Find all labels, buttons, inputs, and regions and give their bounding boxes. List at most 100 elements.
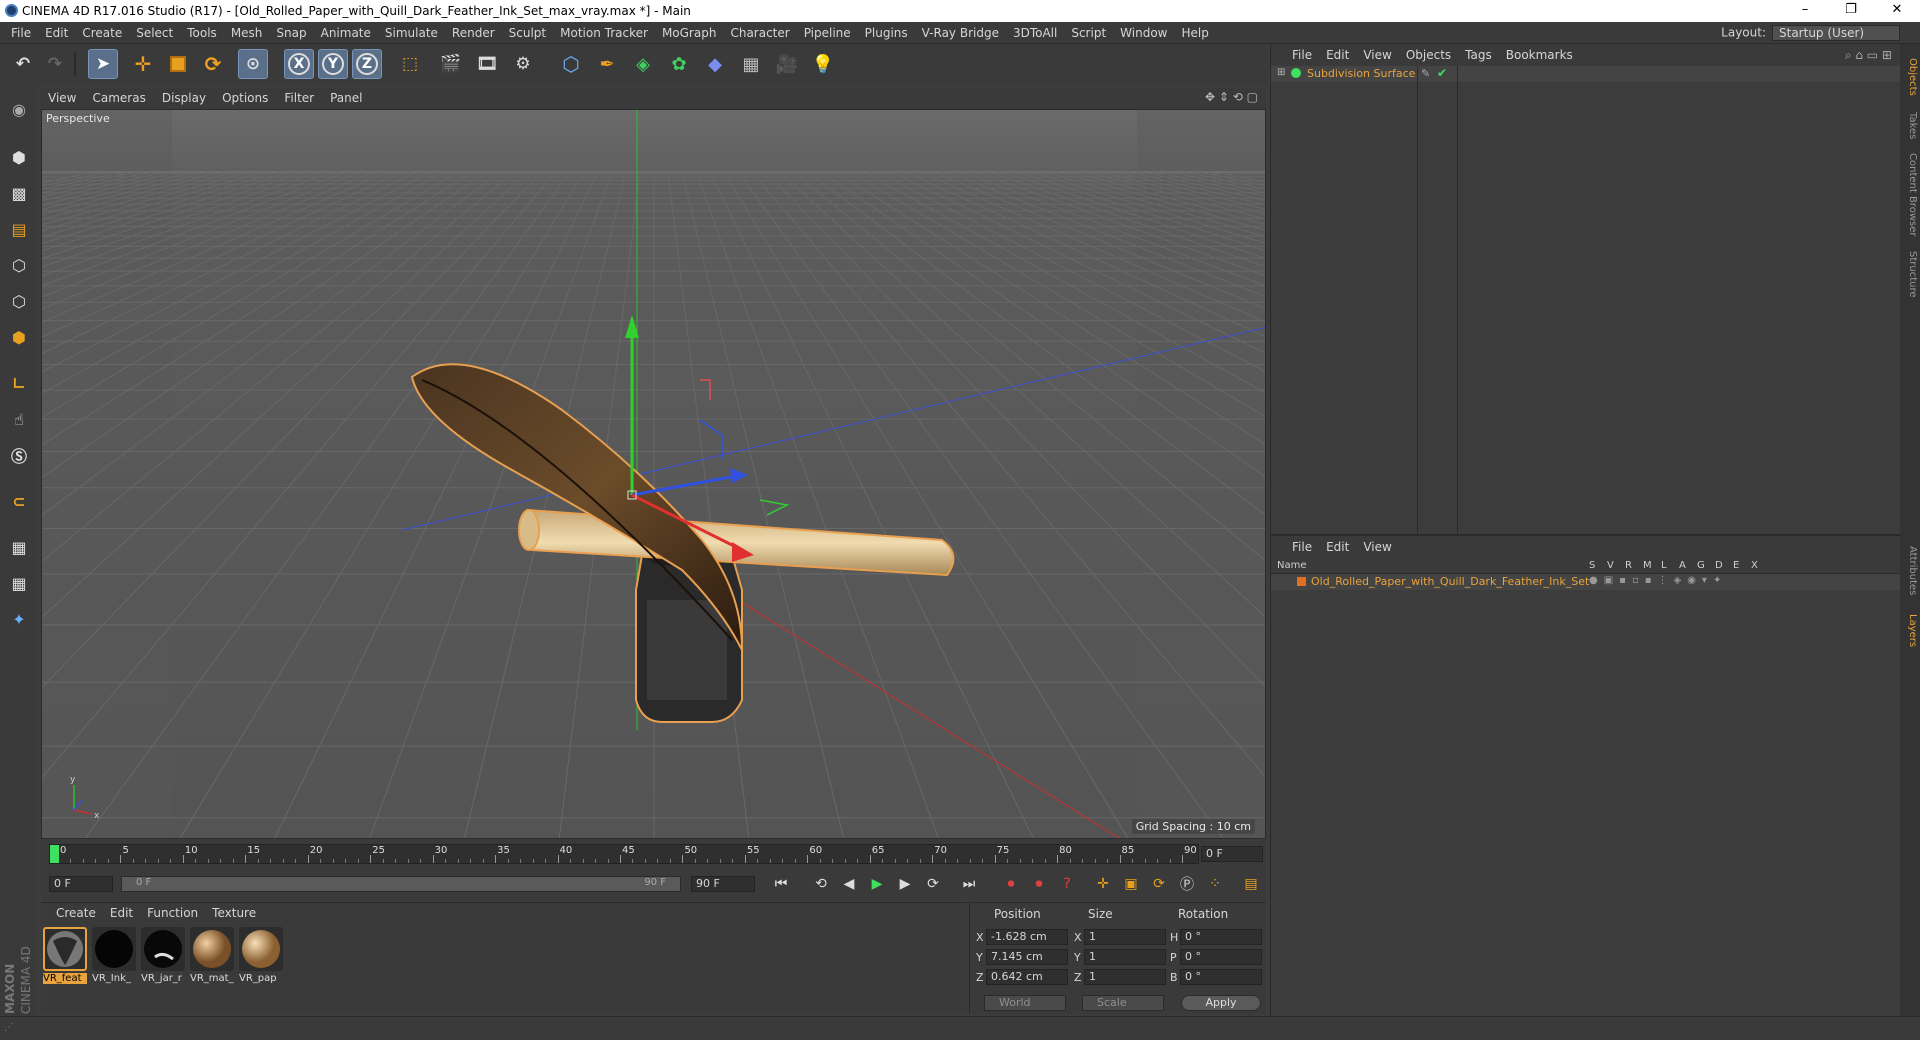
x-axis-lock-button[interactable]: X — [284, 49, 314, 79]
rot-p-field[interactable]: 0 ° — [1180, 949, 1262, 965]
scale-tool-icon[interactable] — [163, 49, 193, 79]
enabled-check-icon[interactable]: ✔ — [1437, 66, 1447, 80]
viewport-nav-icons[interactable]: ✥ ⇕ ⟲ ▢ — [1205, 90, 1258, 104]
workplane-lock-icon[interactable]: ▦ — [4, 532, 34, 562]
edit-tag-icon[interactable]: ✎ — [1421, 67, 1430, 80]
tab-structure[interactable]: Structure — [1902, 244, 1918, 304]
rotation-key-icon[interactable]: ⟳ — [1147, 872, 1171, 896]
axis-mode-icon[interactable]: ∟ — [4, 368, 34, 398]
object-row[interactable]: ⊞ Subdivision Surface ✎ ✔ — [1271, 66, 1901, 556]
material-menu-edit[interactable]: Edit — [103, 903, 140, 923]
next-frame-icon[interactable]: ▶ — [893, 872, 917, 896]
menu-animate[interactable]: Animate — [314, 22, 378, 44]
column-manager[interactable]: M — [1643, 560, 1652, 571]
material-menu-create[interactable]: Create — [49, 903, 103, 923]
menu-tools[interactable]: Tools — [180, 22, 224, 44]
layer-menu-view[interactable]: View — [1356, 536, 1398, 558]
expand-icon[interactable]: ⊞ — [1277, 67, 1285, 78]
rot-h-field[interactable]: 0 ° — [1180, 929, 1262, 945]
tab-attributes[interactable]: Attributes — [1902, 538, 1918, 604]
layer-row[interactable]: Old_Rolled_Paper_with_Quill_Dark_Feather… — [1271, 574, 1901, 590]
menu-render[interactable]: Render — [445, 22, 502, 44]
layer-name[interactable]: Old_Rolled_Paper_with_Quill_Dark_Feather… — [1311, 575, 1589, 588]
column-locked[interactable]: L — [1661, 560, 1667, 571]
column-render[interactable]: R — [1625, 560, 1632, 571]
python-icon[interactable]: ✦ — [4, 604, 34, 634]
timeline[interactable]: 0 5 10 15 20 25 30 35 40 45 50 55 60 65 70 75 80 85 90 0 F — [41, 840, 1266, 868]
polygons-mode-icon[interactable]: ⬢ — [4, 322, 34, 352]
object-name[interactable]: Subdivision Surface — [1307, 67, 1415, 80]
viewport-menu-view[interactable]: View — [40, 88, 84, 108]
material-menu-function[interactable]: Function — [140, 903, 205, 923]
rotate-tool-icon[interactable]: ⟳ — [198, 49, 228, 79]
material-swatch[interactable] — [239, 927, 283, 971]
goto-end-icon[interactable]: ⏭ — [957, 872, 981, 896]
layer-flag-icons[interactable]: ●▣▪▫▪⋮◈◉▾✦ — [1589, 575, 1727, 586]
menu-motion-tracker[interactable]: Motion Tracker — [553, 22, 655, 44]
column-generators[interactable]: G — [1697, 560, 1705, 571]
viewport-menu-display[interactable]: Display — [154, 88, 214, 108]
menu-mograph[interactable]: MoGraph — [655, 22, 724, 44]
select-tool-icon[interactable]: ➤ — [88, 49, 118, 79]
floor-icon[interactable]: ▦ — [736, 49, 766, 79]
menu-mesh[interactable]: Mesh — [224, 22, 270, 44]
timeline-ruler[interactable]: 0 5 10 15 20 25 30 35 40 45 50 55 60 65 70 75 80 85 90 — [49, 844, 1199, 864]
texture-mode-icon[interactable]: ▩ — [4, 178, 34, 208]
pos-x-field[interactable]: -1.628 cm — [986, 929, 1068, 945]
point-level-animation-icon[interactable]: ⁘ — [1203, 872, 1227, 896]
material-swatch[interactable] — [190, 927, 234, 971]
column-expressions[interactable]: E — [1733, 560, 1739, 571]
pos-y-field[interactable]: 7.145 cm — [986, 949, 1068, 965]
column-view[interactable]: V — [1607, 560, 1614, 571]
viewport-menu-filter[interactable]: Filter — [276, 88, 322, 108]
object-menu-objects[interactable]: Objects — [1399, 44, 1458, 66]
workplane-grid-icon[interactable]: ▦ — [4, 568, 34, 598]
menu-vray-bridge[interactable]: V-Ray Bridge — [915, 22, 1006, 44]
render-view-icon[interactable]: 🎬 — [436, 49, 466, 79]
menu-sculpt[interactable]: Sculpt — [502, 22, 553, 44]
tab-content-browser[interactable]: Content Browser — [1902, 150, 1918, 240]
menu-help[interactable]: Help — [1174, 22, 1215, 44]
column-solo[interactable]: S — [1589, 560, 1595, 571]
autokeying-icon[interactable]: ⏺ — [1027, 872, 1051, 896]
deformer-icon[interactable]: ◆ — [700, 49, 730, 79]
coordinate-system-icon[interactable]: ⬚ — [395, 49, 425, 79]
menu-plugins[interactable]: Plugins — [858, 22, 915, 44]
apply-button[interactable]: Apply — [1181, 995, 1261, 1011]
material-swatch[interactable] — [141, 927, 185, 971]
model-mode-icon[interactable]: ⬢ — [4, 142, 34, 172]
render-settings-icon[interactable]: ⚙ — [508, 49, 538, 79]
column-animation[interactable]: A — [1679, 560, 1686, 571]
y-axis-lock-button[interactable]: Y — [318, 49, 348, 79]
spline-pen-icon[interactable]: ✒ — [592, 49, 622, 79]
previous-frame-icon[interactable]: ◀ — [837, 872, 861, 896]
snapping-icon[interactable]: Ⓢ — [4, 440, 34, 470]
layer-menu-file[interactable]: File — [1285, 536, 1319, 558]
object-menu-view[interactable]: View — [1356, 44, 1398, 66]
tab-takes[interactable]: Takes — [1902, 106, 1918, 146]
move-tool-icon[interactable]: ✛ — [128, 49, 158, 79]
live-selection-icon[interactable]: ⊙ — [238, 49, 268, 79]
object-menu-file[interactable]: File — [1285, 44, 1319, 66]
points-mode-icon[interactable]: ⬡ — [4, 250, 34, 280]
edges-mode-icon[interactable]: ⬡ — [4, 286, 34, 316]
menu-window[interactable]: Window — [1113, 22, 1174, 44]
camera-icon[interactable]: 🎥 — [772, 49, 802, 79]
viewport-menu-options[interactable]: Options — [214, 88, 276, 108]
column-deformers[interactable]: D — [1715, 560, 1723, 571]
cloner-icon[interactable]: ✿ — [664, 49, 694, 79]
viewport-menu-cameras[interactable]: Cameras — [84, 88, 153, 108]
layer-color-swatch[interactable] — [1297, 577, 1306, 586]
z-axis-lock-button[interactable]: Z — [352, 49, 382, 79]
layer-menu-edit[interactable]: Edit — [1319, 536, 1356, 558]
object-menu-tags[interactable]: Tags — [1458, 44, 1499, 66]
frame-range-slider[interactable]: 0 F 90 F — [121, 876, 681, 892]
subdivision-surface-icon[interactable]: ◈ — [628, 49, 658, 79]
workplane-mode-icon[interactable]: ▤ — [4, 214, 34, 244]
minimize-button[interactable]: – — [1782, 0, 1828, 22]
keyframe-selection-icon[interactable]: ? — [1055, 872, 1079, 896]
object-menu-edit[interactable]: Edit — [1319, 44, 1356, 66]
maximize-button[interactable]: ❐ — [1828, 0, 1874, 22]
coordinate-mode-dropdown[interactable]: Scale — [1082, 995, 1164, 1011]
menu-character[interactable]: Character — [723, 22, 796, 44]
